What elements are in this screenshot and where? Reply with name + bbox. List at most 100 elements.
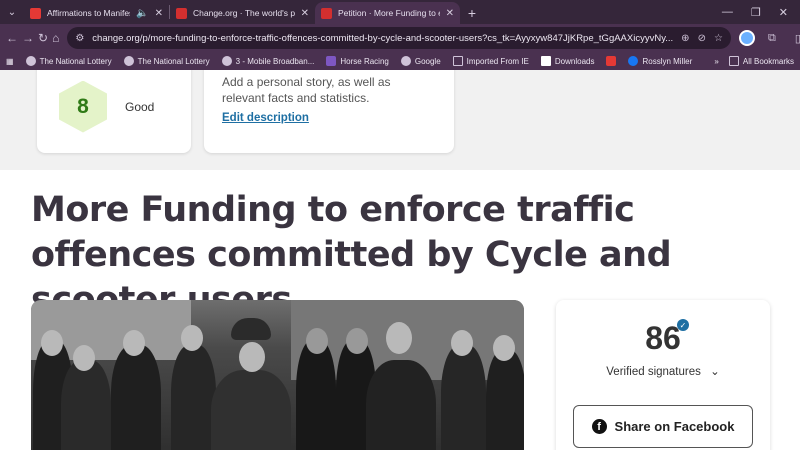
strength-score-hexagon: 8 (59, 80, 107, 133)
reload-icon[interactable]: ↻ (38, 27, 48, 49)
close-window-icon[interactable]: ✕ (779, 6, 788, 19)
tab-affirmations[interactable]: Affirmations to Manifest Gr 🔈 ✕ (24, 2, 169, 24)
apps-grid-icon[interactable]: ▦ (6, 57, 14, 66)
photo-cyclist (366, 360, 436, 450)
lottery-icon (123, 56, 134, 66)
photo-officer (296, 340, 336, 450)
bookmark-imported-ie[interactable]: Imported From IE (452, 56, 529, 66)
photo-head (239, 342, 265, 372)
photo-cyclist (211, 370, 291, 450)
chevron-down-icon: ⌄ (710, 366, 720, 378)
bookmark-national-lottery-2[interactable]: The National Lottery (123, 56, 210, 66)
page-icon (540, 56, 551, 66)
photo-head (73, 345, 95, 371)
share-button-label: Share on Facebook (614, 419, 735, 434)
bookmark-youtube[interactable] (606, 56, 617, 66)
tab-title: Change.org · The world's platfo (193, 8, 295, 18)
change-org-favicon-icon (321, 7, 332, 19)
new-tab-button[interactable]: + (460, 2, 484, 24)
photo-head (123, 330, 145, 356)
bookmark-label: Rosslyn Miller (642, 56, 693, 66)
bookmark-star-icon[interactable]: ☆ (714, 33, 723, 44)
lottery-icon (25, 56, 36, 66)
tab-close-icon[interactable]: ✕ (446, 8, 454, 19)
home-icon[interactable]: ⌂ (52, 27, 59, 49)
extensions-icon[interactable]: ⧉ (763, 29, 781, 47)
petition-strength-card: 8 Good (37, 70, 191, 153)
bookmark-label: 3 - Mobile Broadban... (235, 56, 315, 66)
photo-head (346, 328, 368, 354)
description-card: Add a personal story, as well as relevan… (204, 70, 454, 153)
bookmark-label: Horse Racing (340, 56, 389, 66)
facebook-icon: f (591, 419, 607, 434)
tab-title: Petition · More Funding to enfo (338, 8, 440, 18)
zoom-icon[interactable]: ⊕ (681, 33, 689, 44)
tab-close-icon[interactable]: ✕ (301, 8, 309, 19)
betfair-icon (326, 56, 337, 66)
all-bookmarks-label: All Bookmarks (742, 56, 794, 66)
youtube-favicon-icon (30, 7, 41, 19)
bookmark-mobile-broadband[interactable]: 3 - Mobile Broadban... (221, 56, 315, 66)
forward-icon[interactable]: → (22, 27, 34, 49)
photo-person (171, 345, 216, 450)
folder-icon (452, 56, 463, 66)
minimize-icon[interactable]: — (722, 6, 733, 18)
verified-check-icon: ✓ (677, 319, 689, 331)
toolbar-right: ⧉ ▯ ⋮ (738, 29, 800, 47)
photo-helmet (231, 318, 271, 340)
bookmark-label: Downloads (554, 56, 595, 66)
page-content: 8 Good Add a personal story, as well as … (0, 70, 800, 450)
tab-strip: ⌄ Affirmations to Manifest Gr 🔈 ✕ Change… (0, 0, 800, 24)
bookmark-google[interactable]: Google (400, 56, 441, 66)
audio-icon[interactable]: 🔈 (136, 8, 148, 19)
photo-head (41, 330, 63, 356)
bookmark-label: The National Lottery (39, 56, 112, 66)
edit-description-link[interactable]: Edit description (222, 112, 309, 124)
tracking-protection-icon[interactable]: ⊘ (698, 33, 706, 44)
bookmark-downloads[interactable]: Downloads (540, 56, 595, 66)
photo-person (441, 345, 486, 450)
google-icon (400, 56, 411, 66)
bookmark-rosslyn-miller[interactable]: Rosslyn Miller (628, 56, 692, 66)
share-on-facebook-button[interactable]: f Share on Facebook (573, 405, 753, 448)
side-panel-icon[interactable]: ▯ (789, 29, 800, 47)
photo-person (111, 345, 161, 450)
photo-head (386, 322, 412, 354)
bookmark-label: Imported From IE (466, 56, 529, 66)
bookmark-label: The National Lottery (137, 56, 210, 66)
photo-head (493, 335, 515, 361)
photo-head (306, 328, 328, 354)
photo-person (61, 360, 111, 450)
petition-photo (31, 300, 524, 450)
back-icon[interactable]: ← (6, 27, 18, 49)
three-icon (221, 56, 232, 66)
bookmark-label: Google (414, 56, 441, 66)
url-text: change.org/p/more-funding-to-enforce-tra… (92, 32, 674, 44)
tab-search-chevron-icon[interactable]: ⌄ (0, 0, 24, 24)
facebook-icon (628, 56, 639, 66)
signatures-card: 86 ✓ Verified signatures ⌄ f Share on Fa… (556, 300, 770, 450)
verified-signatures-label: Verified signatures (606, 366, 701, 378)
chevron-double-right-icon[interactable]: » (714, 57, 718, 66)
restore-icon[interactable]: ❐ (751, 6, 761, 19)
photo-person (486, 350, 524, 450)
folder-icon (728, 56, 739, 66)
address-bar[interactable]: ⚙ change.org/p/more-funding-to-enforce-t… (67, 27, 731, 49)
bookmarks-bar: ▦ The National Lottery The National Lott… (0, 52, 800, 70)
tab-petition[interactable]: Petition · More Funding to enfo ✕ (315, 2, 460, 24)
change-org-favicon-icon (176, 7, 187, 19)
profile-avatar[interactable] (738, 30, 755, 46)
all-bookmarks[interactable]: All Bookmarks (728, 56, 794, 66)
strength-label: Good (125, 99, 155, 114)
bookmark-national-lottery[interactable]: The National Lottery (25, 56, 112, 66)
signature-count: 86 (645, 320, 681, 356)
bookmark-horse-racing[interactable]: Horse Racing (326, 56, 389, 66)
photo-head (451, 330, 473, 356)
site-info-icon[interactable]: ⚙ (75, 33, 84, 44)
bookmarks-overflow: » All Bookmarks (714, 56, 794, 66)
verified-signatures-toggle[interactable]: Verified signatures ⌄ (556, 364, 770, 378)
browser-toolbar: ← → ↻ ⌂ ⚙ change.org/p/more-funding-to-e… (0, 24, 800, 52)
youtube-icon (606, 56, 617, 66)
tab-close-icon[interactable]: ✕ (155, 8, 163, 19)
tab-change-org[interactable]: Change.org · The world's platfo ✕ (170, 2, 315, 24)
